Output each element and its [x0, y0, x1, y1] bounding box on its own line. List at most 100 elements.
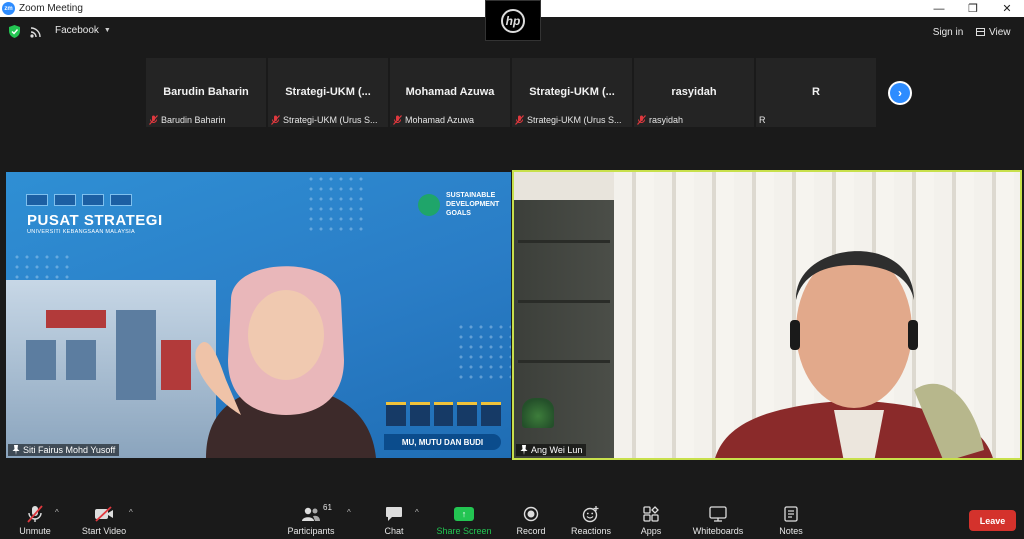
start-video-label: Start Video — [81, 526, 127, 536]
participant-label: rasyidah — [637, 115, 683, 125]
window-title: Zoom Meeting — [19, 3, 83, 14]
encryption-shield-icon[interactable] — [9, 25, 20, 38]
zoom-window: zm Zoom Meeting — ❐ ✕ hp Facebook ▼ Sign… — [0, 0, 1024, 539]
video-name-label: Ang Wei Lun — [516, 444, 587, 456]
laptop-camera-notch: hp — [485, 0, 541, 41]
participant-tile[interactable]: rasyidah rasyidah — [634, 58, 754, 127]
caret-down-icon: ▼ — [103, 27, 111, 34]
participant-tile[interactable]: Mohamad Azuwa Mohamad Azuwa — [390, 58, 510, 127]
ranking-badges — [386, 386, 501, 426]
muted-mic-icon — [271, 115, 280, 125]
zoom-app-icon: zm — [2, 2, 15, 15]
participant-strip: Barudin Baharin Barudin Baharin Strategi… — [146, 58, 879, 127]
participant-tile[interactable]: R R — [756, 58, 876, 127]
live-stream-target-dropdown[interactable]: Facebook ▼ — [55, 25, 111, 36]
video-name-label: Siti Fairus Mohd Yusoff — [8, 444, 120, 456]
whiteboards-label: Whiteboards — [692, 526, 744, 536]
participant-label: Strategi-UKM (Urus S... — [271, 115, 378, 125]
participants-label: Participants — [287, 526, 335, 536]
video-tile-siti[interactable]: PUSAT STRATEGI UNIVERSITI KEBANGSAAN MAL… — [6, 172, 511, 458]
reactions-label: Reactions — [570, 526, 612, 536]
notes-label: Notes — [779, 526, 803, 536]
participant-label: Strategi-UKM (Urus S... — [515, 115, 622, 125]
whiteboard-icon — [709, 506, 727, 522]
muted-mic-icon — [149, 115, 158, 125]
chevron-right-icon: › — [890, 83, 910, 103]
presenter-silhouette — [195, 266, 376, 458]
muted-microphone-icon — [27, 505, 43, 523]
next-page-button[interactable]: › — [888, 81, 912, 105]
participant-tile[interactable]: Barudin Baharin Barudin Baharin — [146, 58, 266, 127]
window-controls: — ❐ ✕ — [922, 0, 1024, 17]
apps-icon — [643, 506, 659, 522]
participant-name: Barudin Baharin — [163, 86, 249, 98]
view-label: View — [989, 26, 1011, 38]
muted-mic-icon — [515, 115, 524, 125]
participants-button[interactable]: 61 Participants — [276, 503, 346, 536]
live-stream-icon[interactable] — [30, 26, 42, 38]
brand-subtitle: UNIVERSITI KEBANGSAAN MALAYSIA — [27, 229, 135, 235]
participant-label-text: Strategi-UKM (Urus S... — [283, 115, 378, 125]
whiteboards-button[interactable]: Whiteboards — [683, 505, 753, 536]
sdg-line: GOALS — [446, 210, 471, 217]
maximize-button[interactable]: ❐ — [956, 0, 990, 17]
participant-name: Strategi-UKM (... — [285, 86, 371, 98]
view-grid-icon — [976, 28, 985, 36]
participants-options-caret[interactable]: ^ — [347, 508, 351, 517]
brand-title: PUSAT STRATEGI — [27, 212, 163, 229]
decorative-pattern — [456, 322, 511, 382]
pin-icon — [520, 445, 528, 455]
motto-banner: MU, MUTU DAN BUDI — [384, 434, 501, 450]
video-tile-ang[interactable]: Ang Wei Lun — [512, 170, 1022, 460]
chat-label: Chat — [384, 526, 404, 536]
plant — [522, 398, 554, 428]
apps-label: Apps — [640, 526, 662, 536]
sdg-logo: SUSTAINABLE DEVELOPMENT GOALS — [418, 191, 499, 218]
decorative-pattern — [306, 174, 366, 234]
video-options-caret[interactable]: ^ — [129, 508, 133, 517]
sign-in-button[interactable]: Sign in — [928, 24, 968, 40]
close-button[interactable]: ✕ — [990, 0, 1024, 17]
participant-name: Strategi-UKM (... — [529, 86, 615, 98]
apps-button[interactable]: Apps — [616, 505, 686, 536]
stream-target-label: Facebook — [55, 25, 99, 36]
notes-icon — [784, 506, 798, 522]
participant-tile[interactable]: Strategi-UKM (... Strategi-UKM (Urus S..… — [512, 58, 632, 127]
share-screen-button[interactable]: ↑ Share Screen — [429, 505, 499, 536]
share-screen-label: Share Screen — [436, 526, 492, 536]
unmute-label: Unmute — [19, 526, 51, 536]
participant-label-text: Barudin Baharin — [161, 115, 226, 125]
smiley-plus-icon — [582, 506, 599, 523]
video-name-text: Siti Fairus Mohd Yusoff — [23, 445, 116, 455]
participant-label: R — [759, 115, 766, 125]
participant-name: R — [812, 86, 820, 98]
participant-name: rasyidah — [671, 86, 717, 98]
sdg-wheel-icon — [418, 193, 440, 216]
participant-label-text: Mohamad Azuwa — [405, 115, 475, 125]
muted-mic-icon — [393, 115, 402, 125]
participant-tile[interactable]: Strategi-UKM (... Strategi-UKM (Urus S..… — [268, 58, 388, 127]
chat-icon — [386, 507, 402, 521]
video-name-text: Ang Wei Lun — [531, 445, 583, 455]
partner-logos — [26, 194, 132, 206]
unmute-button[interactable]: Unmute — [0, 505, 70, 536]
participant-label-text: rasyidah — [649, 115, 684, 125]
video-off-icon — [95, 506, 113, 522]
audio-options-caret[interactable]: ^ — [55, 508, 59, 517]
muted-mic-icon — [637, 115, 646, 125]
leave-button[interactable]: Leave — [969, 510, 1016, 531]
minimize-button[interactable]: — — [922, 0, 956, 17]
record-label: Record — [516, 526, 546, 536]
view-button[interactable]: View — [976, 24, 1018, 40]
speaker-silhouette — [715, 251, 993, 458]
participant-label-text: R — [759, 115, 766, 125]
participant-label: Mohamad Azuwa — [393, 115, 474, 125]
participant-count: 61 — [323, 503, 332, 512]
sdg-line: SUSTAINABLE — [446, 192, 496, 199]
hp-logo: hp — [501, 8, 525, 33]
notes-button[interactable]: Notes — [756, 505, 826, 536]
pin-icon — [12, 445, 20, 455]
participant-label: Barudin Baharin — [149, 115, 226, 125]
chat-options-caret[interactable]: ^ — [415, 508, 419, 517]
building-image — [6, 280, 216, 458]
